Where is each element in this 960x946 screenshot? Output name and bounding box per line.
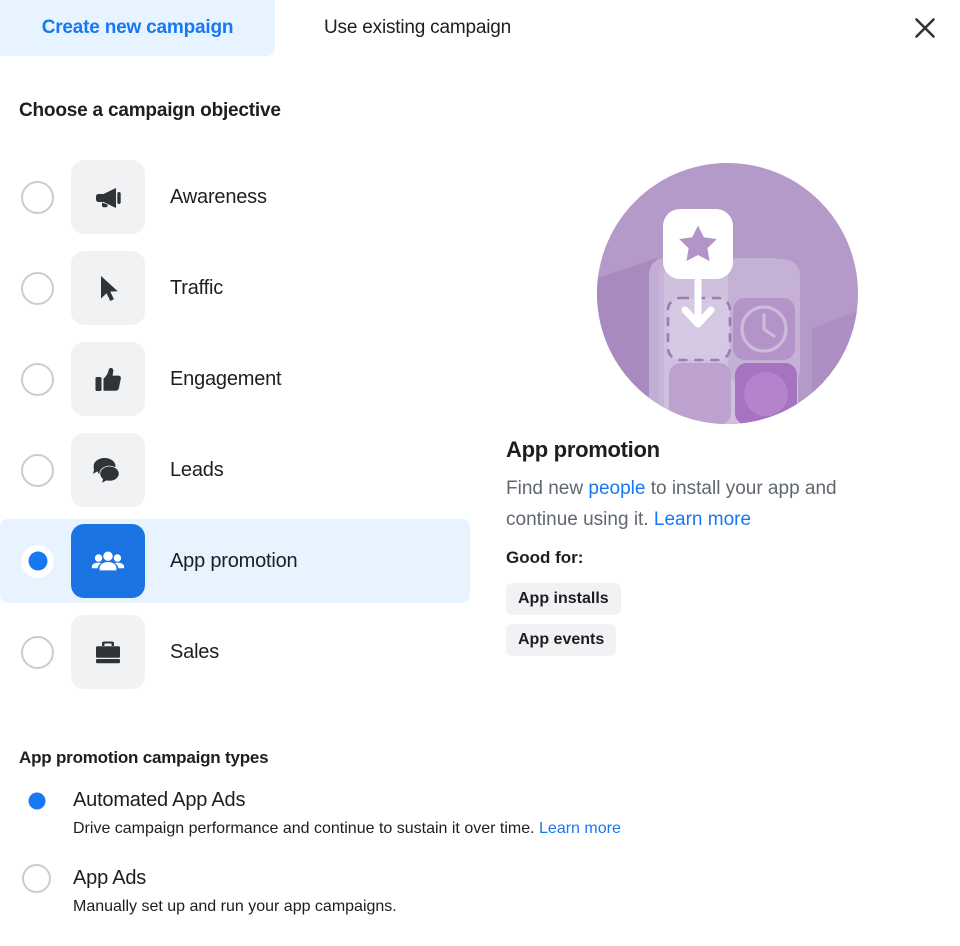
objective-label-engagement: Engagement	[170, 367, 282, 390]
badge-app-installs: App installs	[506, 583, 621, 615]
close-icon	[915, 18, 935, 38]
thumbs-up-icon	[71, 342, 145, 416]
objective-row-app-promotion[interactable]: App promotion	[0, 519, 470, 603]
campaign-type-app-ads[interactable]: App Ads Manually set up and run your app…	[0, 864, 940, 916]
radio-app-ads[interactable]	[22, 864, 51, 893]
app-ads-desc-text: Manually set up and run your app campaig…	[73, 898, 397, 915]
campaign-type-label-app-ads: App Ads	[73, 867, 147, 889]
objective-list: Awareness Traffic Engagement Leads App p…	[0, 155, 480, 701]
detail-desc-part1: Find new	[506, 478, 589, 499]
objective-row-sales[interactable]: Sales	[0, 610, 470, 694]
radio-leads[interactable]	[21, 453, 54, 487]
close-button[interactable]	[902, 5, 948, 51]
campaign-type-label-automated-app-ads: Automated App Ads	[73, 789, 246, 811]
objective-row-leads[interactable]: Leads	[0, 428, 470, 512]
tab-use-existing-campaign[interactable]: Use existing campaign	[275, 0, 560, 56]
detail-title: App promotion	[506, 437, 660, 462]
objective-label-leads: Leads	[170, 458, 224, 481]
chat-bubbles-icon	[71, 433, 145, 507]
objective-label-awareness: Awareness	[170, 185, 267, 208]
objective-label-app-promotion: App promotion	[170, 549, 298, 572]
types-section-title: App promotion campaign types	[19, 748, 269, 767]
objective-row-awareness[interactable]: Awareness	[0, 155, 470, 239]
cursor-icon	[71, 251, 145, 325]
tab-create-new-campaign-label: Create new campaign	[41, 17, 234, 38]
radio-automated-app-ads[interactable]	[22, 786, 51, 815]
good-for-label: Good for:	[506, 548, 584, 567]
automated-app-ads-desc-text: Drive campaign performance and continue …	[73, 820, 540, 837]
people-group-icon	[71, 524, 145, 598]
people-link[interactable]: people	[588, 478, 645, 499]
good-for-badges: App installs App events	[506, 583, 621, 665]
app-promotion-illustration	[597, 163, 858, 424]
objective-section-title: Choose a campaign objective	[19, 100, 281, 121]
radio-engagement[interactable]	[21, 362, 54, 396]
briefcase-icon	[71, 615, 145, 689]
radio-awareness[interactable]	[21, 180, 54, 214]
badge-app-events: App events	[506, 624, 617, 656]
tab-bar: Create new campaign Use existing campaig…	[0, 0, 960, 56]
tab-create-new-campaign[interactable]: Create new campaign	[0, 0, 275, 56]
objective-row-engagement[interactable]: Engagement	[0, 337, 470, 421]
campaign-types-list: Automated App Ads Drive campaign perform…	[0, 786, 940, 942]
campaign-type-desc-automated-app-ads: Drive campaign performance and continue …	[73, 820, 940, 838]
objective-row-traffic[interactable]: Traffic	[0, 246, 470, 330]
megaphone-icon	[71, 160, 145, 234]
detail-description: Find new people to install your app and …	[506, 473, 910, 535]
objective-label-traffic: Traffic	[170, 276, 224, 299]
learn-more-link-detail[interactable]: Learn more	[654, 509, 751, 530]
campaign-type-desc-app-ads: Manually set up and run your app campaig…	[73, 898, 940, 916]
learn-more-link-automated-app-ads[interactable]: Learn more	[539, 820, 621, 837]
radio-traffic[interactable]	[21, 271, 54, 305]
campaign-type-automated-app-ads[interactable]: Automated App Ads Drive campaign perform…	[0, 786, 940, 838]
objective-label-sales: Sales	[170, 640, 220, 663]
radio-sales[interactable]	[21, 635, 54, 669]
radio-app-promotion[interactable]	[21, 544, 54, 578]
tab-use-existing-campaign-label: Use existing campaign	[324, 17, 511, 38]
campaign-objective-dialog: Create new campaign Use existing campaig…	[0, 0, 960, 946]
